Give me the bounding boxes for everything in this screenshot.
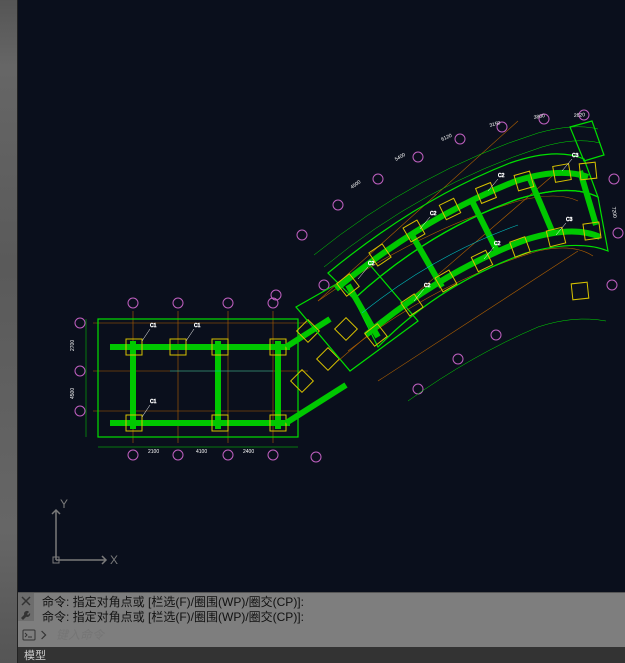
left-bubbles	[75, 298, 278, 460]
svg-text:2620: 2620	[574, 112, 586, 119]
right-wing: 4500 5400 6120 3150 3800 2620 7200 C2 C2…	[297, 110, 623, 401]
command-history: 命令: 指定对角点或 [栏选(F)/圈围(WP)/圈交(CP)]: 命令: 指定…	[18, 593, 625, 625]
svg-text:2400: 2400	[243, 449, 254, 455]
svg-text:5400: 5400	[394, 152, 407, 163]
chevron-right-icon	[40, 628, 48, 642]
svg-text:C1: C1	[150, 323, 157, 329]
command-input[interactable]	[52, 627, 617, 643]
right-beams	[336, 171, 600, 337]
svg-text:3150: 3150	[489, 120, 502, 129]
right-grid	[318, 121, 593, 381]
svg-text:C2: C2	[430, 211, 437, 217]
left-dims	[86, 319, 298, 447]
svg-text:2700: 2700	[70, 340, 76, 351]
cad-drawing: 2100 4100 2400 2700 4500 C1 C1 C1	[18, 0, 625, 592]
command-history-line: 命令: 指定对角点或 [栏选(F)/圈围(WP)/圈交(CP)]:	[42, 610, 619, 625]
command-prompt-icon[interactable]	[22, 628, 36, 642]
command-history-line: 命令: 指定对角点或 [栏选(F)/圈围(WP)/圈交(CP)]:	[42, 595, 619, 610]
right-cyan	[362, 225, 518, 313]
svg-text:C3: C3	[572, 153, 579, 159]
status-bar: 模型	[18, 647, 625, 663]
command-panel: 命令: 指定对角点或 [栏选(F)/圈围(WP)/圈交(CP)]: 命令: 指定…	[18, 592, 625, 647]
transition	[271, 265, 418, 462]
main-column: 2100 4100 2400 2700 4500 C1 C1 C1	[18, 0, 625, 663]
svg-text:6120: 6120	[440, 133, 453, 143]
svg-text:C2: C2	[494, 241, 501, 247]
svg-text:C2: C2	[424, 283, 431, 289]
svg-text:C3: C3	[566, 217, 573, 223]
svg-text:C2: C2	[498, 173, 505, 179]
left-columns	[126, 339, 286, 431]
svg-text:C1: C1	[150, 399, 157, 405]
svg-text:C2: C2	[368, 261, 375, 267]
left-wing: 2100 4100 2400 2700 4500 C1 C1 C1	[70, 298, 308, 460]
svg-text:4500: 4500	[350, 179, 363, 191]
right-columns	[337, 162, 601, 346]
drawing-canvas[interactable]: 2100 4100 2400 2700 4500 C1 C1 C1	[18, 0, 625, 592]
right-dims	[314, 127, 606, 401]
close-icon[interactable]	[20, 595, 32, 607]
left-outline	[98, 319, 298, 437]
left-dock-strip	[0, 0, 18, 663]
svg-text:2100: 2100	[148, 449, 159, 455]
command-input-row	[18, 625, 625, 647]
command-panel-controls	[18, 593, 34, 621]
svg-text:7200: 7200	[610, 206, 618, 218]
svg-text:3800: 3800	[533, 113, 545, 121]
svg-text:C1: C1	[194, 323, 201, 329]
wrench-icon[interactable]	[20, 609, 32, 621]
svg-text:4500: 4500	[70, 388, 76, 399]
status-model-label[interactable]: 模型	[24, 647, 46, 663]
left-callouts: C1 C1 C1	[142, 323, 201, 417]
svg-text:4100: 4100	[196, 449, 207, 455]
left-beams	[110, 341, 290, 429]
